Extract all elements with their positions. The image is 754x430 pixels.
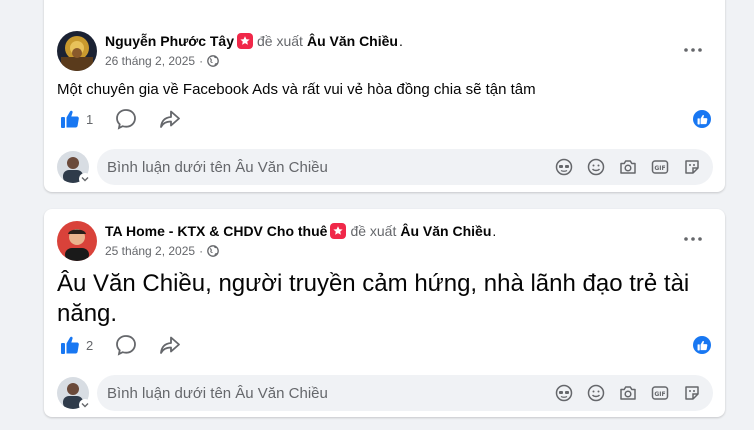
avatar-sticker-icon[interactable] — [553, 383, 575, 403]
comment-bubble-icon — [116, 109, 137, 130]
post-text: Một chuyên gia về Facebook Ads và rất vu… — [57, 81, 536, 98]
share-button[interactable] — [159, 334, 181, 356]
comment-button[interactable] — [115, 108, 137, 130]
post-date[interactable]: 25 tháng 2, 2025 — [105, 244, 195, 258]
comment-tools: GIF — [553, 383, 703, 403]
recommend-badge-icon — [330, 223, 347, 239]
post-meta: 26 tháng 2, 2025 · — [105, 54, 219, 68]
comment-composer: GIF — [57, 149, 713, 185]
sticker-icon[interactable] — [681, 157, 703, 177]
page-name-link[interactable]: Âu Văn Chiều — [400, 223, 491, 239]
comment-composer: GIF — [57, 375, 713, 411]
header-period: . — [398, 33, 403, 49]
like-button[interactable]: 1 — [60, 109, 93, 129]
recommend-badge-icon — [237, 33, 254, 49]
globe-icon — [207, 55, 219, 67]
meta-separator: · — [199, 244, 204, 258]
post-actions: 2 — [60, 333, 181, 357]
post-date[interactable]: 26 tháng 2, 2025 — [105, 54, 195, 68]
post-card: Nguyễn Phước Tây đề xuất Âu Văn Chiều. 2… — [44, 0, 725, 192]
camera-icon[interactable] — [617, 157, 639, 177]
header-period: . — [492, 223, 497, 239]
comment-button[interactable] — [115, 334, 137, 356]
share-arrow-icon — [160, 336, 181, 354]
author-name[interactable]: Nguyễn Phước Tây — [105, 33, 234, 49]
author-avatar[interactable] — [57, 221, 97, 261]
globe-icon — [207, 245, 219, 257]
like-count: 1 — [86, 111, 94, 127]
like-count: 2 — [86, 337, 94, 353]
like-thumb-icon — [61, 110, 79, 128]
comment-input[interactable] — [107, 375, 407, 411]
avatar-switch-icon[interactable] — [79, 173, 91, 185]
gif-icon[interactable]: GIF — [649, 383, 671, 403]
recommend-verb: đề xuất — [350, 223, 397, 239]
comment-box: GIF — [97, 375, 713, 411]
author-name[interactable]: TA Home - KTX & CHDV Cho thuê — [105, 223, 327, 239]
gif-icon[interactable]: GIF — [649, 157, 671, 177]
more-options-icon[interactable] — [681, 227, 705, 251]
like-button[interactable]: 2 — [60, 335, 93, 355]
post-meta: 25 tháng 2, 2025 · — [105, 244, 219, 258]
emoji-icon[interactable] — [585, 383, 607, 403]
more-options-icon[interactable] — [681, 38, 705, 62]
recommend-verb: đề xuất — [257, 33, 303, 49]
share-arrow-icon — [160, 110, 181, 128]
post-header: Nguyễn Phước Tây đề xuất Âu Văn Chiều. — [105, 33, 403, 49]
sticker-icon[interactable] — [681, 383, 703, 403]
svg-text:GIF: GIF — [654, 165, 665, 172]
share-button[interactable] — [159, 108, 181, 130]
avatar-sticker-icon[interactable] — [553, 157, 575, 177]
page-name-link[interactable]: Âu Văn Chiều — [307, 33, 398, 49]
emoji-icon[interactable] — [585, 157, 607, 177]
svg-text:GIF: GIF — [654, 391, 665, 398]
comment-box: GIF — [97, 149, 713, 185]
avatar-switch-icon[interactable] — [79, 399, 91, 411]
post-text: Âu Văn Chiều, người truyền cảm hứng, nhà… — [57, 270, 690, 327]
post-actions: 1 — [60, 107, 181, 131]
liked-badge-icon — [693, 336, 711, 354]
camera-icon[interactable] — [617, 383, 639, 403]
like-thumb-icon — [61, 336, 79, 354]
post-card: TA Home - KTX & CHDV Cho thuê đề xuất Âu… — [44, 209, 725, 417]
post-header: TA Home - KTX & CHDV Cho thuê đề xuất Âu… — [105, 223, 496, 239]
author-avatar[interactable] — [57, 31, 97, 71]
comment-tools: GIF — [553, 157, 703, 177]
comment-bubble-icon — [116, 335, 137, 356]
comment-input[interactable] — [107, 149, 407, 185]
liked-badge-icon — [693, 110, 711, 128]
meta-separator: · — [199, 54, 204, 68]
